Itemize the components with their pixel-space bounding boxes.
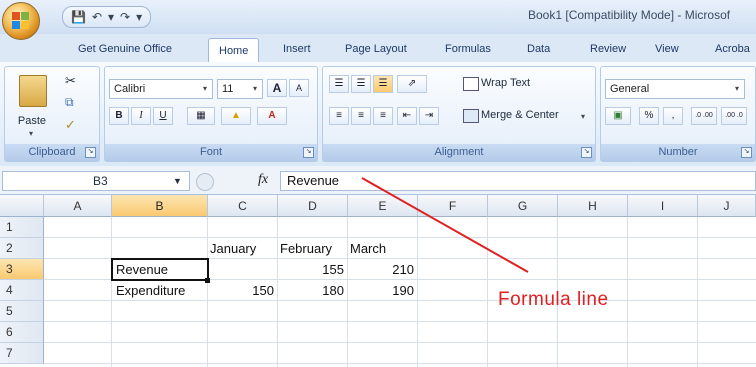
office-button[interactable] bbox=[2, 2, 40, 40]
annotation-arrow bbox=[361, 177, 529, 273]
annotation-line bbox=[361, 177, 529, 273]
annotation-label: Formula line bbox=[498, 289, 609, 310]
office-logo-icon bbox=[12, 12, 30, 30]
